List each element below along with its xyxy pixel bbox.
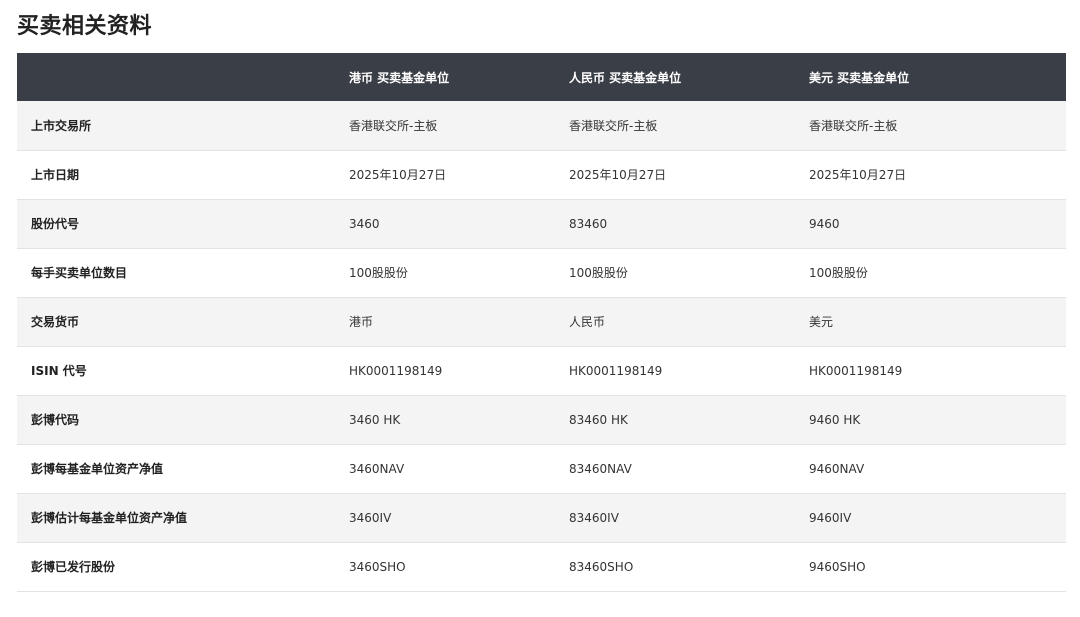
row-label: ISIN 代号	[31, 364, 87, 378]
row-label: 股份代号	[31, 217, 80, 231]
row-label: 每手买卖单位数目	[31, 266, 128, 280]
cell-hkd: 3460 HK	[349, 412, 401, 427]
table-header-row: 港币 买卖基金单位 人民币 买卖基金单位 美元 买卖基金单位	[17, 53, 1066, 101]
row-label: 交易货币	[31, 315, 80, 329]
header-hkd-counter: 港币 买卖基金单位	[349, 70, 450, 85]
trading-info-table: 港币 买卖基金单位 人民币 买卖基金单位 美元 买卖基金单位 上市交易所 香港联…	[17, 53, 1066, 592]
cell-hkd: 2025年10月27日	[349, 168, 447, 182]
cell-usd: 香港联交所-主板	[809, 118, 898, 133]
table-row: ISIN 代号 HK0001198149 HK0001198149 HK0001…	[17, 346, 1066, 395]
cell-usd: 9460	[809, 216, 840, 231]
cell-hkd: 3460IV	[349, 510, 392, 525]
cell-hkd: 3460SHO	[349, 559, 406, 574]
row-label: 上市日期	[31, 168, 80, 182]
cell-usd: 9460SHO	[809, 559, 866, 574]
cell-hkd: 3460NAV	[349, 461, 405, 476]
header-usd-counter: 美元 买卖基金单位	[809, 70, 910, 85]
cell-rmb: 香港联交所-主板	[569, 118, 658, 133]
table-row: 交易货币 港币 人民币 美元	[17, 297, 1066, 346]
table-row: 每手买卖单位数目 100股股份 100股股份 100股股份	[17, 248, 1066, 297]
cell-rmb: 83460NAV	[569, 461, 632, 476]
cell-rmb: 2025年10月27日	[569, 168, 667, 182]
row-label: 彭博估计每基金单位资产净值	[31, 511, 188, 525]
cell-usd: 100股股份	[809, 266, 868, 280]
page: 买卖相关资料 港币 买卖基金单位 人民币 买卖基金单位 美元 买卖基金单位 上市…	[0, 0, 1080, 617]
header-empty-cell	[17, 53, 335, 101]
cell-rmb: HK0001198149	[569, 363, 663, 378]
table-row: 彭博已发行股份 3460SHO 83460SHO 9460SHO	[17, 542, 1066, 591]
table-row: 股份代号 3460 83460 9460	[17, 199, 1066, 248]
table-row: 上市日期 2025年10月27日 2025年10月27日 2025年10月27日	[17, 150, 1066, 199]
row-label: 彭博每基金单位资产净值	[31, 462, 164, 476]
header-rmb-counter: 人民币 买卖基金单位	[569, 70, 682, 85]
cell-rmb: 人民币	[569, 315, 606, 329]
cell-hkd: 3460	[349, 216, 380, 231]
table-row: 上市交易所 香港联交所-主板 香港联交所-主板 香港联交所-主板	[17, 101, 1066, 150]
cell-rmb: 83460SHO	[569, 559, 634, 574]
cell-usd: 9460NAV	[809, 461, 865, 476]
table-row: 彭博估计每基金单位资产净值 3460IV 83460IV 9460IV	[17, 493, 1066, 542]
table-row: 彭博代码 3460 HK 83460 HK 9460 HK	[17, 395, 1066, 444]
cell-usd: 9460IV	[809, 510, 852, 525]
cell-rmb: 83460 HK	[569, 412, 628, 427]
row-label: 彭博已发行股份	[31, 560, 116, 574]
cell-hkd: 港币	[349, 315, 374, 329]
cell-rmb: 83460IV	[569, 510, 619, 525]
row-label: 彭博代码	[31, 413, 80, 427]
cell-usd: HK0001198149	[809, 363, 903, 378]
cell-hkd: 100股股份	[349, 266, 408, 280]
cell-rmb: 100股股份	[569, 266, 628, 280]
row-label: 上市交易所	[31, 118, 92, 133]
cell-usd: 9460 HK	[809, 412, 861, 427]
table-row: 彭博每基金单位资产净值 3460NAV 83460NAV 9460NAV	[17, 444, 1066, 493]
cell-rmb: 83460	[569, 216, 608, 231]
page-title: 买卖相关资料	[17, 14, 153, 39]
cell-usd: 2025年10月27日	[809, 168, 907, 182]
cell-hkd: HK0001198149	[349, 363, 443, 378]
cell-hkd: 香港联交所-主板	[349, 118, 438, 133]
cell-usd: 美元	[809, 315, 834, 329]
